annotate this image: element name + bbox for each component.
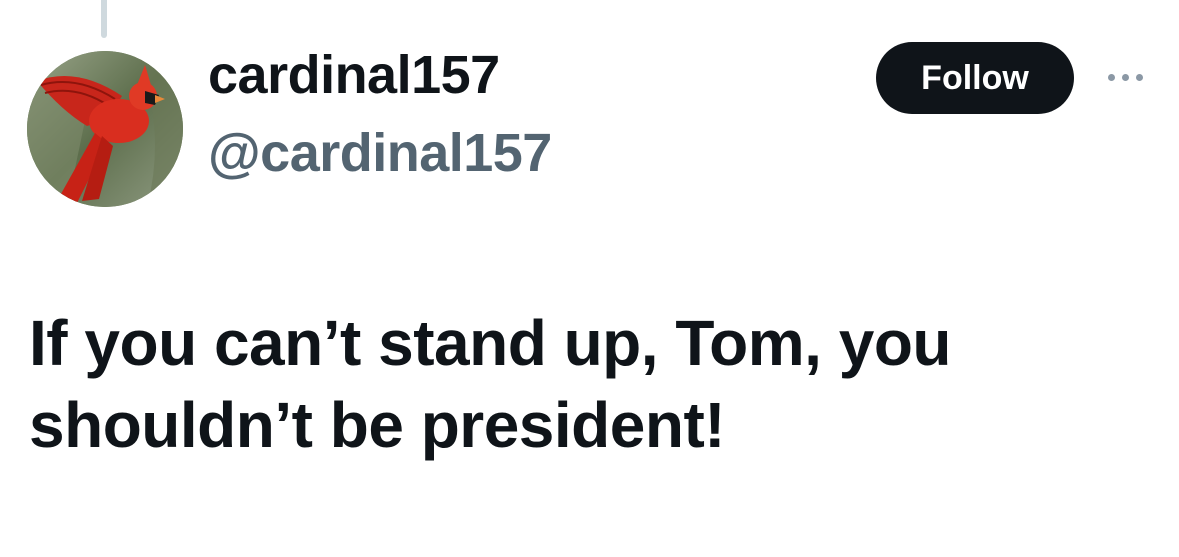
more-options-button[interactable] (1100, 62, 1150, 92)
cardinal-bird-icon (27, 51, 183, 207)
ellipsis-icon (1107, 73, 1115, 81)
tweet-text: If you can’t stand up, Tom, you shouldn’… (29, 307, 952, 461)
avatar[interactable] (27, 51, 183, 207)
ellipsis-icon (1121, 73, 1129, 81)
ellipsis-icon (1135, 73, 1143, 81)
follow-button[interactable]: Follow (876, 42, 1074, 114)
author-handle[interactable]: @cardinal157 (208, 122, 552, 184)
thread-connector-line (101, 0, 107, 38)
author-display-name[interactable]: cardinal157 (208, 44, 500, 106)
